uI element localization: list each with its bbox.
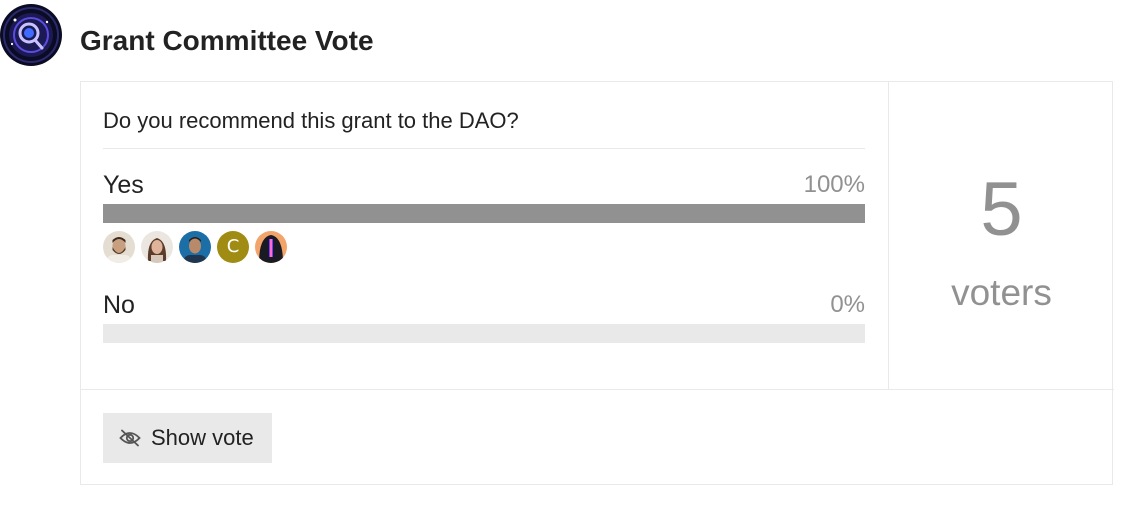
hooded-figure-avatar: [255, 231, 287, 263]
voter-avatar[interactable]: [179, 231, 211, 263]
voter-avatar[interactable]: [103, 231, 135, 263]
option-label: Yes: [103, 171, 144, 199]
eye-slash-icon: [119, 429, 141, 447]
page: Grant Committee Vote Do you recommend th…: [0, 0, 1137, 517]
option-percent: 0%: [830, 291, 865, 318]
app-logo-icon[interactable]: [0, 2, 62, 68]
poll-results: Do you recommend this grant to the DAO? …: [81, 82, 889, 390]
divider: [103, 148, 865, 149]
option-bar-fill: [103, 204, 865, 223]
voter-count: 5: [980, 167, 1023, 252]
option-bar: [103, 324, 865, 343]
poll-question: Do you recommend this grant to the DAO?: [103, 108, 519, 133]
option-bar: [103, 204, 865, 223]
voter-list: C: [103, 231, 287, 263]
bearded-man-avatar: [103, 231, 135, 263]
voter-count-label: voters: [951, 272, 1052, 313]
voter-avatar[interactable]: [141, 231, 173, 263]
man-blue-background-avatar: [179, 231, 211, 263]
show-vote-label: Show vote: [151, 425, 254, 450]
option-percent: 100%: [803, 171, 865, 198]
voter-avatar[interactable]: C: [217, 231, 249, 263]
poll-card: Do you recommend this grant to the DAO? …: [80, 81, 1114, 485]
show-vote-button[interactable]: Show vote: [103, 413, 272, 463]
option-label: No: [103, 291, 135, 319]
woman-long-hair-avatar: [141, 231, 173, 263]
voter-avatar[interactable]: [255, 231, 287, 263]
page-title: Grant Committee Vote: [80, 25, 374, 56]
voter-summary: 5 voters: [889, 82, 1114, 390]
